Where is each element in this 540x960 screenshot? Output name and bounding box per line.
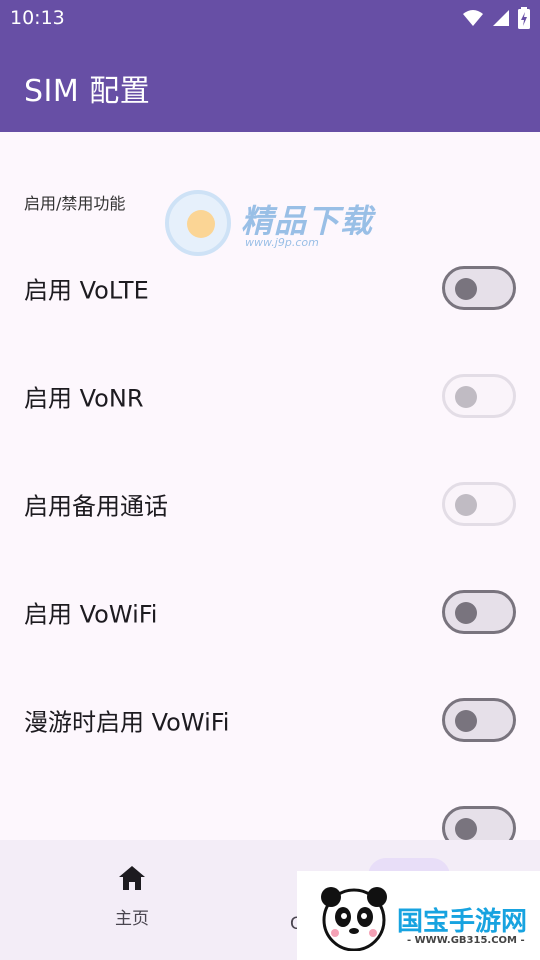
toggle-thumb: [455, 602, 477, 624]
setting-row-partial[interactable]: [0, 774, 540, 840]
page-title: SIM 配置: [24, 74, 151, 109]
toggle-thumb: [455, 278, 477, 300]
status-time: 10:13: [10, 7, 65, 29]
toggle-thumb: [455, 494, 477, 516]
volte-toggle[interactable]: [442, 266, 516, 310]
setting-label: 漫游时启用 VoWiFi: [24, 708, 230, 737]
nav-label-home: 主页: [115, 909, 149, 929]
watermark-url: - WWW.GB315.COM -: [407, 935, 525, 946]
wifi-icon: [463, 10, 483, 26]
watermark-logo-icon: [165, 190, 231, 256]
app-bar: SIM 配置: [0, 36, 540, 132]
setting-row-vonr[interactable]: 启用 VoNR: [0, 342, 540, 450]
signal-icon: [493, 10, 509, 26]
watermark-title: 国宝手游网: [397, 907, 528, 937]
vonr-toggle[interactable]: [442, 374, 516, 418]
section-header: 启用/禁用功能: [24, 194, 126, 213]
toggle-thumb: [455, 818, 477, 840]
vowifi-toggle[interactable]: [442, 590, 516, 634]
status-bar: 10:13: [0, 0, 540, 36]
battery-icon: [518, 7, 530, 29]
setting-label: 启用备用通话: [24, 492, 168, 521]
toggle-thumb: [455, 386, 477, 408]
backup-calling-toggle[interactable]: [442, 482, 516, 526]
setting-label: 启用 VoNR: [24, 384, 144, 413]
watermark-banner: 国宝手游网 - WWW.GB315.COM -: [297, 871, 540, 960]
panda-icon: [321, 887, 387, 951]
status-icons: [462, 7, 530, 29]
setting-label: 启用 VoLTE: [24, 276, 149, 305]
logo-dot: [187, 210, 215, 238]
toggle-thumb: [455, 710, 477, 732]
partial-toggle[interactable]: [442, 806, 516, 840]
watermark-url: www.j9p.com: [245, 236, 319, 249]
watermark-logo: 精品下载 www.j9p.com: [165, 190, 395, 260]
setting-row-vowifi[interactable]: 启用 VoWiFi: [0, 558, 540, 666]
setting-row-vowifi-roaming[interactable]: 漫游时启用 VoWiFi: [0, 666, 540, 774]
setting-label: 启用 VoWiFi: [24, 600, 158, 629]
setting-row-backup-calling[interactable]: 启用备用通话: [0, 450, 540, 558]
home-icon: [119, 866, 145, 890]
vowifi-roaming-toggle[interactable]: [442, 698, 516, 742]
nav-item-home[interactable]: 主页: [100, 864, 164, 929]
